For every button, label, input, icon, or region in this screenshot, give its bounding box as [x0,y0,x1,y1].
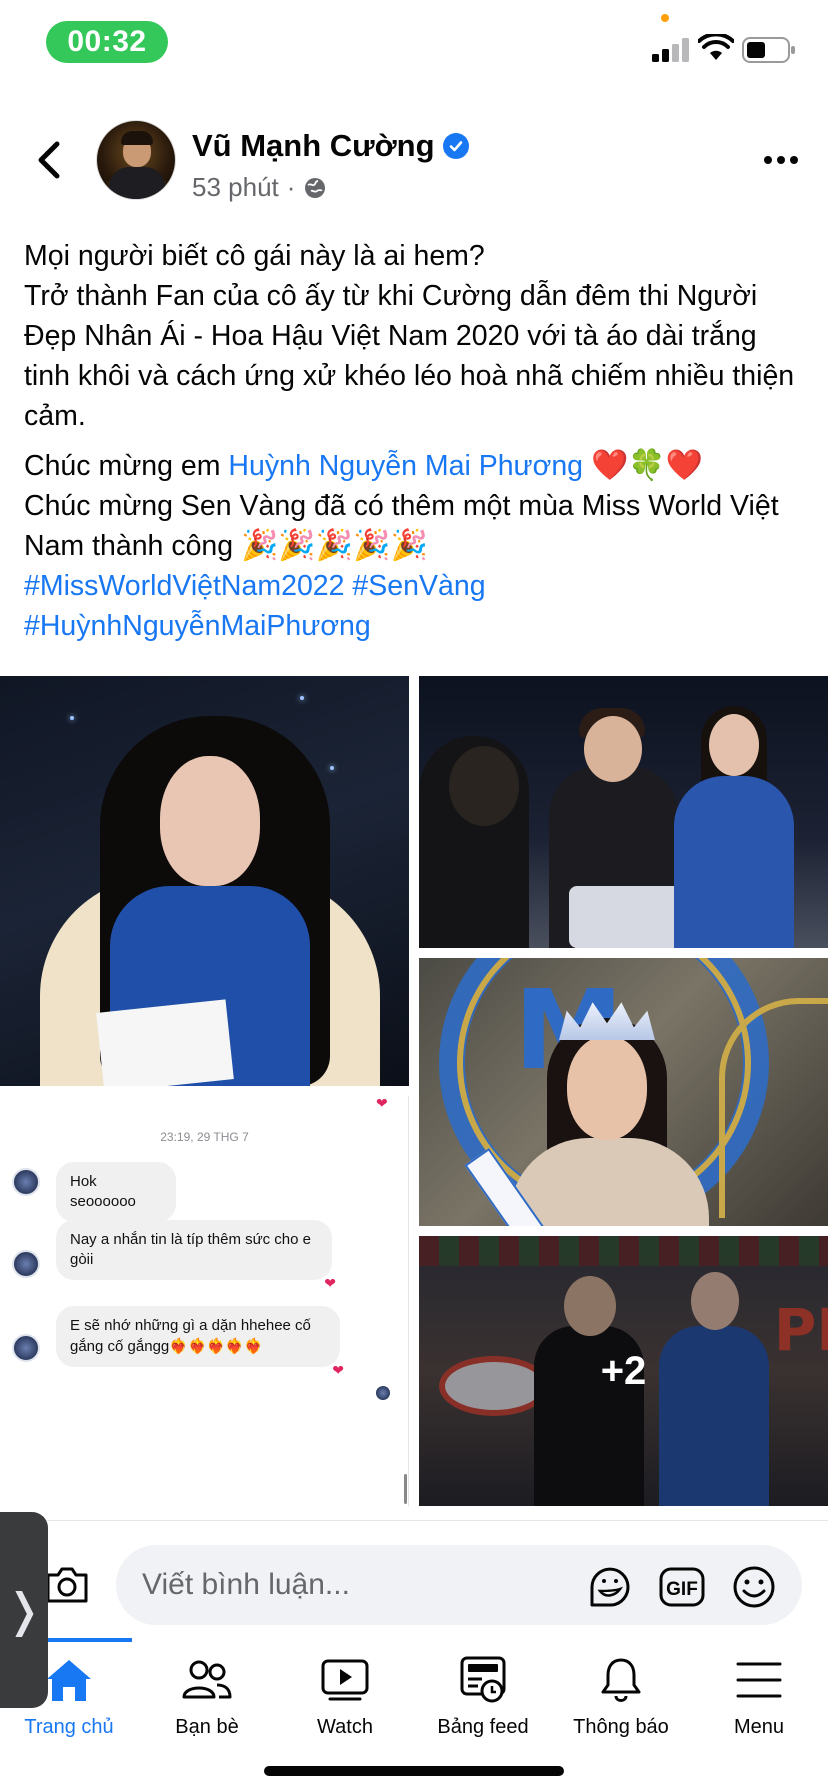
chat-scrollbar [404,1474,407,1504]
congrats-line: Chúc mừng em Huỳnh Nguyễn Mai Phương ❤️🍀… [24,446,810,486]
photo-chat-screenshot[interactable]: ❤ 23:19, 29 THG 7 Hok seoooooo ❤ Nay a n… [0,1096,409,1506]
author-avatar[interactable] [96,120,176,200]
congrats2-line: Chúc mừng Sen Vàng đã có thêm một mùa Mi… [24,486,810,566]
more-dot [764,156,772,164]
bell-icon [601,1658,641,1702]
camera-icon[interactable] [44,1563,90,1605]
home-indicator[interactable] [264,1766,564,1776]
hashtag-maiphuong[interactable]: #HuỳnhNguyễnMaiPhương [24,610,371,642]
post-line-2: Trở thành Fan của cô ấy từ khi Cường dẫn… [24,280,795,432]
friends-icon [182,1660,232,1699]
party-emojis: 🎉🎉🎉🎉🎉 [241,528,428,563]
cellular-signal-icon [652,38,689,62]
nav-item-menu[interactable]: Menu [690,1654,828,1754]
status-bar: 00:32 [0,0,828,90]
mic-indicator-dot [661,14,669,22]
more-photos-overlay[interactable]: +2 [419,1236,828,1506]
nav-label: Bạn bè [175,1716,239,1738]
hashtag-senvang[interactable]: #SenVàng [352,570,485,602]
post-line-1: Mọi người biết cô gái này là ai hem? [24,240,485,272]
watch-icon [321,1659,369,1701]
sticker-icon[interactable] [586,1565,634,1609]
gif-icon[interactable]: GIF [658,1565,706,1609]
battery-icon [742,37,795,63]
chat-message: Hok seoooooo ❤ [12,1162,180,1234]
home-icon [47,1660,91,1701]
verified-badge-icon [442,133,469,159]
more-photos-count: +2 [600,1348,647,1393]
chat-avatar [12,1168,40,1196]
chat-message: E sẽ nhớ những gì a dặn hhehee cố gắng c… [12,1306,344,1379]
hashtag-line-2: #HuỳnhNguyễnMaiPhương [24,606,810,646]
wifi-icon [698,34,734,60]
chat-text: Nay a nhắn tin là típ thêm sức cho e gòi… [70,1231,312,1268]
photo-crowning[interactable]: M [419,958,828,1226]
author-name-row[interactable]: Vũ Mạnh Cường [192,128,469,164]
more-options-button[interactable] [756,140,806,180]
hashtag-misswordvn[interactable]: #MissWorldViệtNam2022 [24,570,345,602]
chat-reaction-heart: ❤ [376,1096,388,1112]
nav-label: Trang chủ [24,1716,114,1738]
chat-bubble: E sẽ nhớ những gì a dặn hhehee cố gắng c… [56,1306,344,1379]
nav-label: Thông báo [573,1716,669,1738]
comment-placeholder: Viết bình luận... [142,1568,350,1601]
author-name[interactable]: Vũ Mạnh Cường [192,128,435,164]
chat-reaction: ❤ [332,1363,344,1379]
post-header: Vũ Mạnh Cường 53 phút · [0,110,828,210]
back-button[interactable] [26,138,70,182]
menu-icon [736,1662,782,1698]
nav-item-watch[interactable]: Watch [276,1654,414,1754]
congrats-prefix: Chúc mừng em [24,450,229,482]
globe-icon [305,177,326,198]
chat-bubble: Hok seoooooo ❤ [56,1162,180,1234]
chat-emojis: ❤‍🔥❤‍🔥❤‍🔥❤‍🔥❤‍🔥 [169,1337,263,1355]
meta-separator: · [286,172,296,202]
seen-avatar-icon [376,1386,390,1400]
post-meta: 53 phút · [192,172,327,203]
mention-link[interactable]: Huỳnh Nguyễn Mai Phương [228,450,583,482]
photo-hosts-seated[interactable] [419,676,828,948]
status-time: 00:32 [46,21,168,63]
nav-label: Watch [317,1716,373,1738]
chat-reaction: ❤ [324,1276,336,1292]
photo-stage-more[interactable]: PI +2 [419,1236,828,1506]
nav-item-feed[interactable]: Bảng feed [414,1654,552,1754]
chat-message: Nay a nhắn tin là típ thêm sức cho e gòi… [12,1220,336,1292]
comment-input[interactable]: Viết bình luận... GIF [116,1545,802,1625]
hashtag-line: #MissWorldViệtNam2022 #SenVàng [24,566,810,606]
post-timestamp[interactable]: 53 phút [192,172,279,203]
side-drawer-handle[interactable]: ❭ [0,1512,48,1708]
svg-text:GIF: GIF [666,1579,698,1600]
nav-label: Bảng feed [437,1716,529,1738]
comment-bar: Viết bình luận... GIF [0,1520,828,1638]
chat-text: Hok seoooooo [70,1173,136,1210]
chat-bubble: Nay a nhắn tin là típ thêm sức cho e gòi… [56,1220,336,1292]
nav-label: Menu [733,1716,785,1738]
chevron-right-icon: ❭ [4,1583,44,1637]
feed-icon [460,1656,506,1703]
chat-avatar [12,1250,40,1278]
nav-item-friends[interactable]: Bạn bè [138,1654,276,1754]
more-dot [777,156,785,164]
heart-clover-emojis: ❤️🍀❤️ [590,448,704,483]
chat-avatar [12,1334,40,1362]
chevron-left-icon [38,141,60,179]
photo-woman-writing[interactable] [0,676,409,1086]
nav-item-notifications[interactable]: Thông báo [552,1654,690,1754]
post-body: Mọi người biết cô gái này là ai hem? Trở… [24,236,810,646]
emoji-icon[interactable] [730,1565,778,1609]
chat-date: 23:19, 29 THG 7 [160,1130,249,1144]
more-dot [790,156,798,164]
